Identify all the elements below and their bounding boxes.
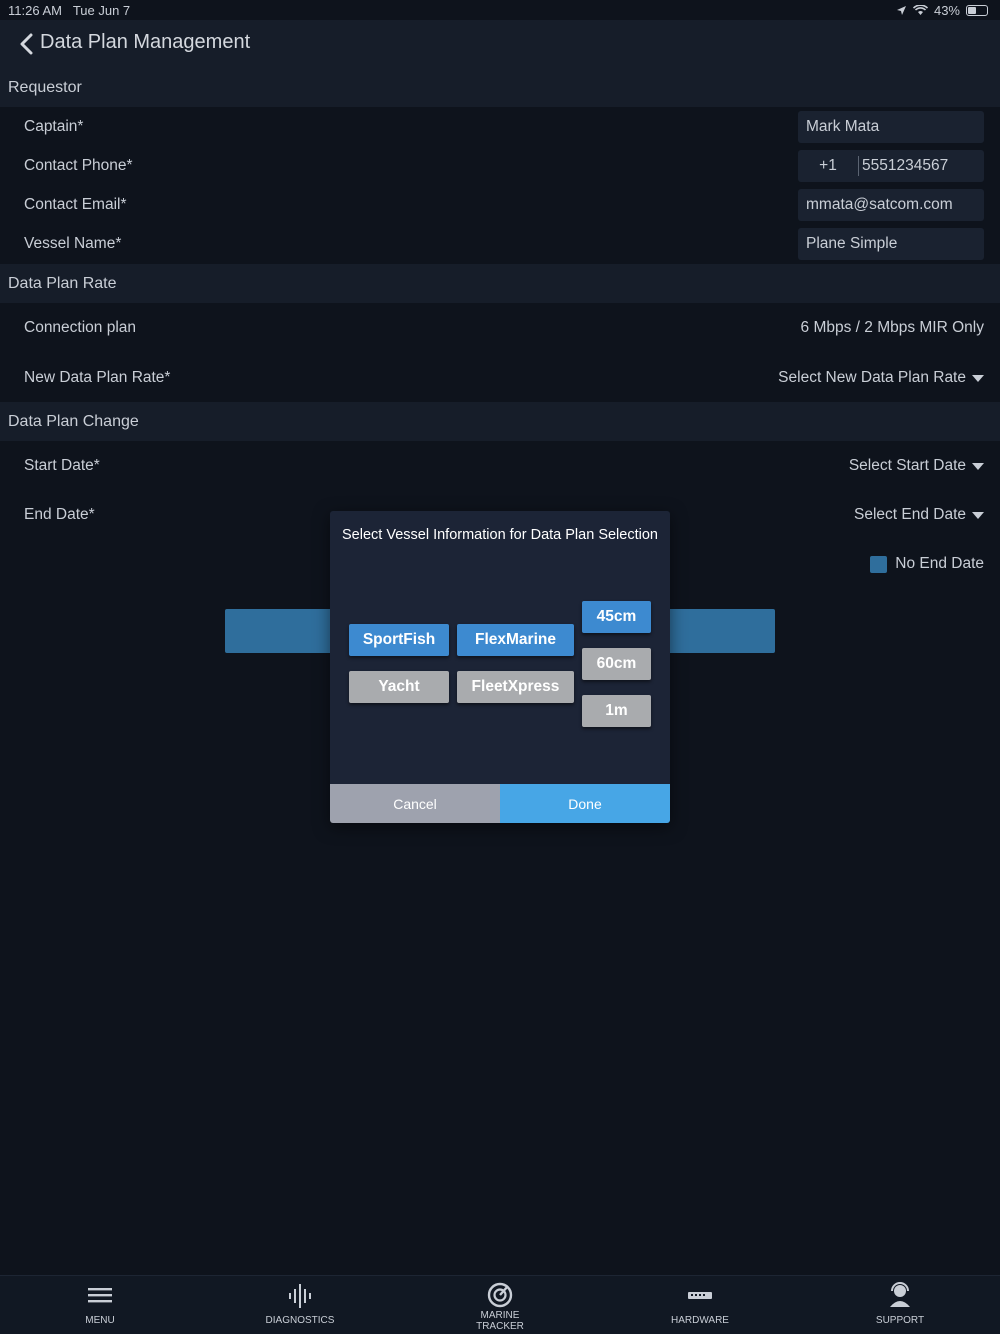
done-button[interactable]: Done <box>500 784 670 823</box>
tab-bar: MENU DIAGNOSTICS MARINE TRACKER HARDWARE… <box>0 1275 1000 1334</box>
new-data-plan-rate-label: New Data Plan Rate* <box>24 369 171 386</box>
location-icon <box>896 6 906 15</box>
contact-email-field[interactable]: mmata@satcom.com <box>798 189 984 221</box>
status-bar: 11:26 AM Tue Jun 7 43% <box>0 0 1000 20</box>
start-date-value: Select Start Date <box>848 457 966 474</box>
section-requestor: Requestor <box>0 68 1000 107</box>
tab-marine-tracker[interactable]: MARINE TRACKER <box>400 1276 600 1334</box>
contact-email-label: Contact Email* <box>24 196 127 213</box>
phone-divider <box>858 156 859 176</box>
modal-footer: Cancel Done <box>330 784 670 823</box>
cancel-button[interactable]: Cancel <box>330 784 500 823</box>
start-date-label: Start Date* <box>24 457 100 474</box>
vessel-info-modal: Select Vessel Information for Data Plan … <box>330 511 670 823</box>
new-data-plan-rate-value: Select New Data Plan Rate <box>778 369 966 386</box>
end-date-dropdown[interactable]: Select End Date <box>854 506 984 524</box>
caret-down-icon <box>972 374 984 382</box>
vessel-name-label: Vessel Name* <box>24 235 122 252</box>
contact-phone-field[interactable]: +1 5551234567 <box>798 150 984 182</box>
captain-field[interactable]: Mark Mata <box>798 111 984 143</box>
back-chevron-icon[interactable] <box>18 33 34 55</box>
status-time: 11:26 AM Tue Jun 7 <box>8 3 131 18</box>
new-data-plan-rate-dropdown[interactable]: Select New Data Plan Rate <box>778 369 984 387</box>
connection-plan-value: 6 Mbps / 2 Mbps MIR Only <box>800 319 984 336</box>
tab-menu-label: MENU <box>85 1315 115 1326</box>
yacht-button[interactable]: Yacht <box>349 671 449 703</box>
radar-icon <box>487 1282 513 1308</box>
end-date-label: End Date* <box>24 506 95 523</box>
modal-title: Select Vessel Information for Data Plan … <box>342 527 658 543</box>
end-date-value: Select End Date <box>853 506 966 523</box>
menu-icon <box>88 1288 112 1303</box>
size-45cm-button[interactable]: 45cm <box>582 601 651 633</box>
captain-label: Captain* <box>24 118 84 135</box>
flexmarine-button[interactable]: FlexMarine <box>457 624 574 656</box>
fleetxpress-button[interactable]: FleetXpress <box>457 671 574 703</box>
phone-number[interactable]: 5551234567 <box>862 150 948 182</box>
tab-diagnostics-label: DIAGNOSTICS <box>265 1315 335 1326</box>
support-agent-icon <box>890 1282 910 1307</box>
connection-plan-label: Connection plan <box>24 319 137 336</box>
tab-support-label: SUPPORT <box>875 1315 925 1326</box>
tab-marine-tracker-label-2: TRACKER <box>476 1321 524 1332</box>
vessel-name-field[interactable]: Plane Simple <box>798 228 984 260</box>
section-data-plan-change: Data Plan Change <box>0 402 1000 441</box>
battery-percent: 43% <box>933 3 960 18</box>
header: Data Plan Management <box>0 20 1000 68</box>
tab-diagnostics[interactable]: DIAGNOSTICS <box>200 1276 400 1334</box>
tab-menu[interactable]: MENU <box>0 1276 200 1334</box>
section-data-plan-rate: Data Plan Rate <box>0 264 1000 303</box>
tab-support[interactable]: SUPPORT <box>800 1276 1000 1334</box>
no-end-date-label: No End Date <box>895 555 984 572</box>
diagnostics-waveform-icon <box>289 1284 311 1308</box>
tab-hardware[interactable]: HARDWARE <box>600 1276 800 1334</box>
contact-phone-label: Contact Phone* <box>24 157 133 174</box>
sportfish-button[interactable]: SportFish <box>349 624 449 656</box>
page-title: Data Plan Management <box>40 31 251 53</box>
hardware-icon <box>688 1292 712 1299</box>
caret-down-icon <box>972 462 984 470</box>
tab-hardware-label: HARDWARE <box>671 1315 729 1326</box>
phone-country-code[interactable]: +1 <box>798 150 858 182</box>
size-60cm-button[interactable]: 60cm <box>582 648 651 680</box>
tab-marine-tracker-label-1: MARINE <box>480 1310 520 1321</box>
status-indicators: 43% <box>896 3 988 18</box>
start-date-dropdown[interactable]: Select Start Date <box>849 457 984 475</box>
size-1m-button[interactable]: 1m <box>582 695 651 727</box>
checkbox-icon[interactable] <box>870 555 888 573</box>
no-end-date-checkbox[interactable]: No End Date <box>870 555 984 573</box>
wifi-icon <box>912 5 928 15</box>
caret-down-icon <box>972 511 984 519</box>
battery-icon <box>966 5 988 16</box>
